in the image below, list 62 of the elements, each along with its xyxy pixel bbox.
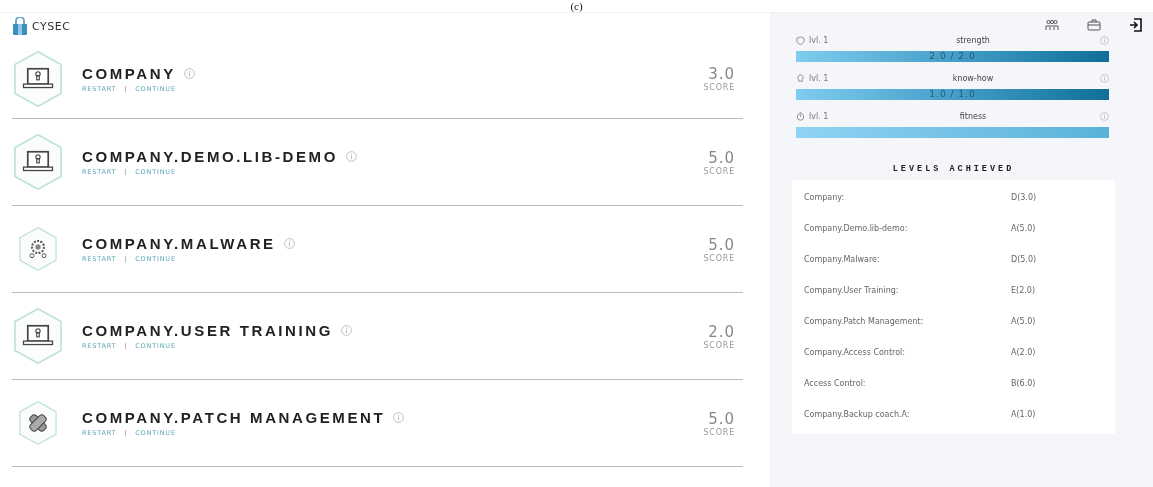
- bulb-icon: [796, 73, 805, 83]
- level-grade: A(5.0): [1011, 317, 1036, 326]
- section-title: LEVELS ACHIEVED: [891, 164, 1016, 174]
- score-label: SCORE: [703, 427, 735, 437]
- progress-reading: 2.0 / 2.0: [928, 51, 977, 62]
- level-grade: A(5.0): [1011, 224, 1036, 233]
- info-icon[interactable]: [183, 67, 195, 79]
- level-name: Company.Patch Management:: [804, 317, 925, 326]
- info-icon[interactable]: [283, 238, 295, 249]
- level-name: Company.Backup coach.A:: [804, 410, 911, 419]
- score-value: 2.0: [708, 322, 735, 341]
- stopwatch-icon: [796, 111, 805, 121]
- info-icon[interactable]: [1100, 35, 1109, 45]
- level-name: Company.Access Control:: [804, 348, 906, 357]
- shield-icon: [796, 35, 805, 45]
- level-grade: B(6.0): [1011, 379, 1036, 388]
- stat-name: know-how: [952, 73, 994, 83]
- info-icon[interactable]: [341, 325, 352, 336]
- bandage-badge-icon: [18, 400, 58, 446]
- stat-name: strength: [956, 35, 990, 45]
- course-title: COMPANY.USER TRAINING: [82, 322, 333, 339]
- info-icon[interactable]: [393, 412, 405, 423]
- stat-name: fitness: [959, 111, 987, 121]
- course-title: COMPANY.PATCH MANAGEMENT: [82, 409, 386, 426]
- info-icon[interactable]: [1100, 73, 1109, 83]
- level-grade: A(2.0): [1011, 348, 1036, 357]
- laptop-badge-icon: [12, 133, 64, 191]
- level-grade: D(3.0): [1011, 193, 1037, 202]
- score-label: SCORE: [703, 166, 735, 176]
- info-icon[interactable]: [346, 151, 357, 162]
- level-grade: D(5.0): [1011, 255, 1037, 264]
- laptop-badge-icon: [12, 307, 64, 365]
- logo-icon: [12, 17, 28, 35]
- course-title: COMPANY.MALWARE: [82, 235, 276, 252]
- course-title: COMPANY.DEMO.LIB-DEMO: [82, 148, 338, 165]
- course-title: COMPANY: [82, 64, 176, 82]
- score-label: SCORE: [703, 83, 735, 92]
- level-name: Access Control:: [804, 379, 867, 388]
- level-grade: A(1.0): [1011, 410, 1036, 419]
- level-label: lvl. 1: [809, 111, 829, 121]
- score-value: 5.0: [708, 148, 735, 167]
- level-name: Company.Demo.lib-demo:: [804, 224, 909, 233]
- figure-label: (c): [570, 0, 583, 12]
- brand-name: CYSEC: [32, 19, 71, 33]
- level-name: Company.User Training:: [804, 286, 900, 295]
- level-name: Company:: [804, 193, 846, 202]
- briefcase-icon[interactable]: [1087, 19, 1101, 31]
- level-grade: E(2.0): [1011, 286, 1036, 295]
- laptop-badge-icon: [12, 49, 64, 108]
- info-icon[interactable]: [1100, 111, 1109, 121]
- level-label: lvl. 1: [809, 73, 829, 83]
- score-value: 3.0: [708, 65, 735, 83]
- score-label: SCORE: [703, 340, 735, 350]
- score-label: SCORE: [703, 253, 735, 263]
- progress-reading: 1.0 / 1.0: [928, 89, 977, 100]
- score-value: 5.0: [708, 235, 735, 254]
- logout-icon[interactable]: [1129, 18, 1143, 32]
- level-name: Company.Malware:: [804, 255, 881, 264]
- group-icon[interactable]: [1045, 19, 1059, 31]
- level-label: lvl. 1: [809, 35, 829, 45]
- gear-badge-icon: [18, 226, 58, 272]
- score-value: 5.0: [708, 409, 735, 428]
